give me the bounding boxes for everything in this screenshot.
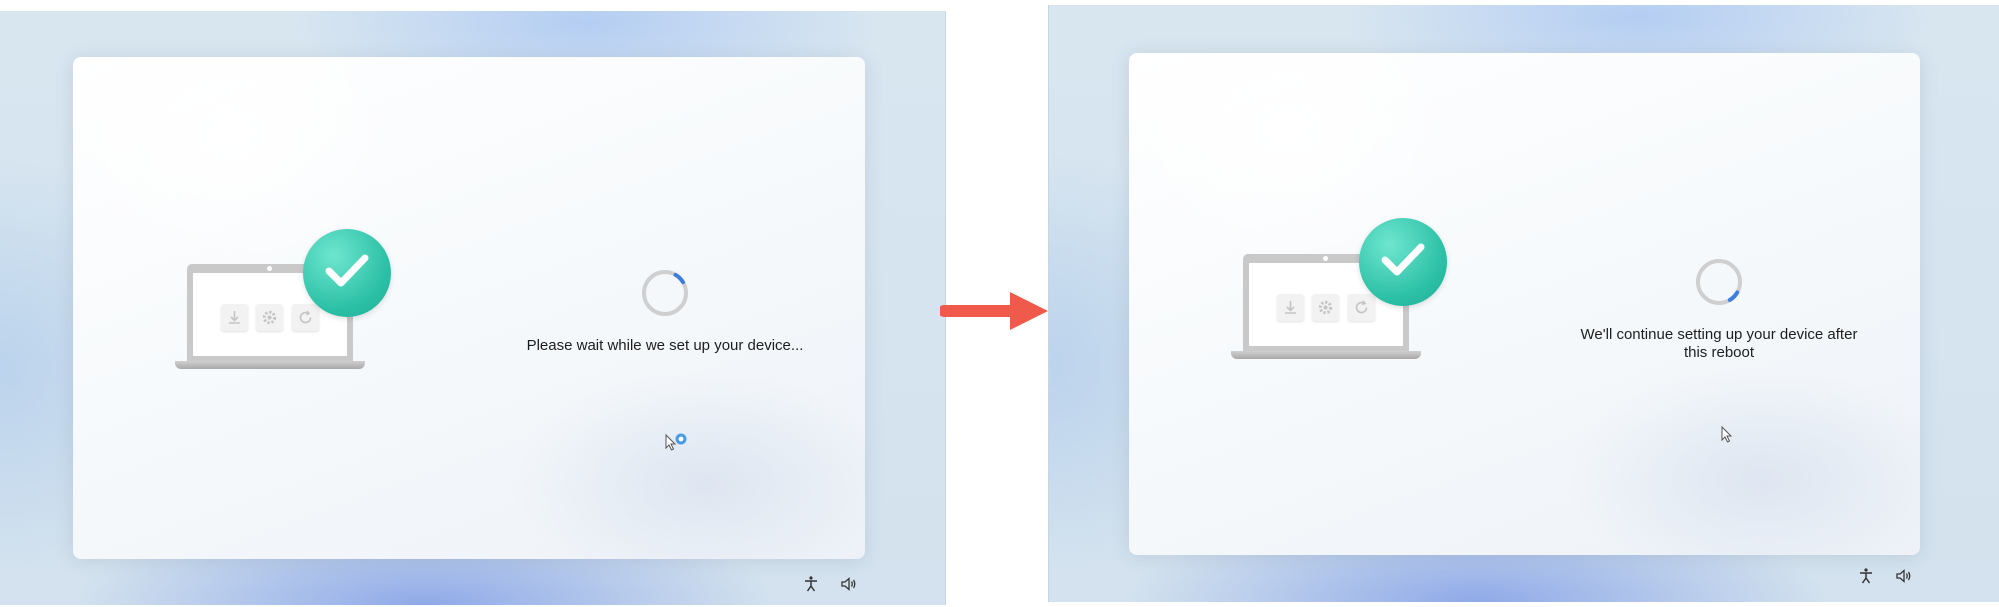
gear-icon bbox=[1312, 294, 1339, 321]
checkmark-icon bbox=[303, 229, 391, 317]
download-icon bbox=[1277, 294, 1304, 321]
status-message: We'll continue setting up your device af… bbox=[1580, 326, 1858, 361]
refresh-icon bbox=[1348, 294, 1375, 321]
gear-icon bbox=[256, 304, 283, 331]
busy-cursor-icon bbox=[665, 433, 687, 451]
loading-spinner-icon bbox=[642, 270, 688, 316]
download-icon bbox=[221, 304, 248, 331]
accessibility-icon[interactable] bbox=[1857, 567, 1875, 585]
status-message: Please wait while we set up your device.… bbox=[526, 337, 804, 354]
setup-card: Please wait while we set up your device.… bbox=[73, 57, 865, 559]
loading-spinner-icon bbox=[1696, 259, 1742, 305]
oobe-screen-right: We'll continue setting up your device af… bbox=[1048, 5, 1999, 602]
oobe-screen-left: Please wait while we set up your device.… bbox=[0, 11, 946, 605]
checkmark-icon bbox=[1359, 218, 1447, 306]
refresh-icon bbox=[292, 304, 319, 331]
setup-card: We'll continue setting up your device af… bbox=[1129, 53, 1920, 555]
volume-icon[interactable] bbox=[840, 575, 858, 593]
pointer-cursor-icon bbox=[1721, 425, 1733, 443]
arrow-right-icon bbox=[940, 292, 1048, 330]
accessibility-icon[interactable] bbox=[802, 575, 820, 593]
volume-icon[interactable] bbox=[1895, 567, 1913, 585]
